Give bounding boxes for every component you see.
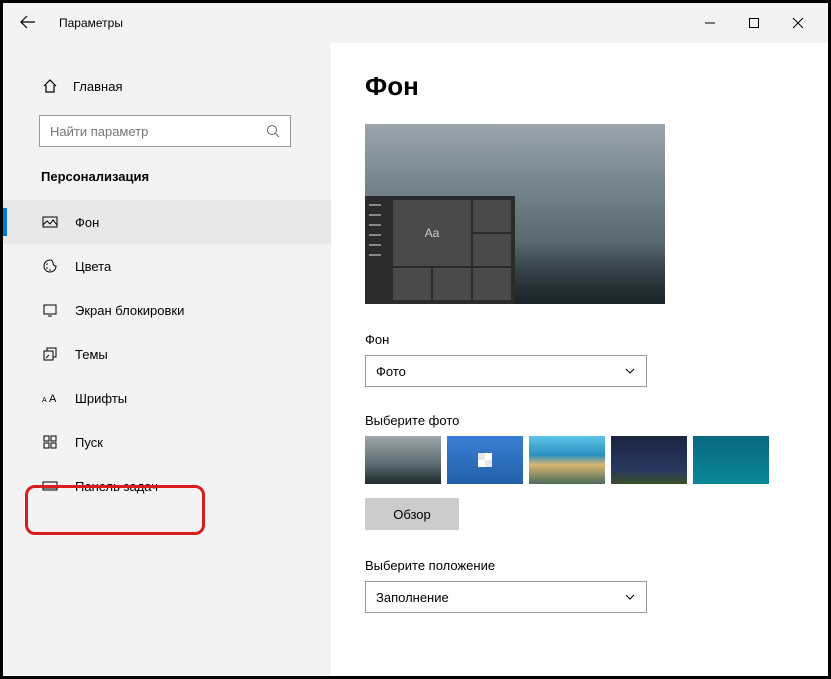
dropdown-value: Фото bbox=[376, 364, 406, 379]
sidebar: Главная Персонализация Фон Цвета Экран б… bbox=[3, 43, 331, 676]
photo-thumb-5[interactable] bbox=[693, 436, 769, 484]
main-content: Фон Aa Фон bbox=[331, 43, 828, 676]
sidebar-item-themes[interactable]: Темы bbox=[3, 332, 331, 376]
sidebar-item-colors[interactable]: Цвета bbox=[3, 244, 331, 288]
photo-thumb-3[interactable] bbox=[529, 436, 605, 484]
window-controls bbox=[688, 8, 820, 38]
position-label: Выберите положение bbox=[365, 558, 788, 573]
sidebar-item-taskbar[interactable]: Панель задач bbox=[3, 464, 331, 508]
themes-icon bbox=[41, 345, 59, 363]
sidebar-item-label: Панель задач bbox=[75, 479, 158, 494]
sidebar-item-label: Фон bbox=[75, 215, 99, 230]
window-title: Параметры bbox=[59, 16, 123, 30]
start-icon bbox=[41, 433, 59, 451]
sidebar-item-label: Пуск bbox=[75, 435, 103, 450]
photo-thumb-2[interactable] bbox=[447, 436, 523, 484]
sidebar-item-lockscreen[interactable]: Экран блокировки bbox=[3, 288, 331, 332]
titlebar: Параметры bbox=[3, 3, 828, 43]
sidebar-item-label: Темы bbox=[75, 347, 108, 362]
image-icon bbox=[41, 213, 59, 231]
sidebar-item-label: Шрифты bbox=[75, 391, 127, 406]
preview-start-menu: Aa bbox=[365, 196, 515, 304]
settings-window: Параметры Главная Персонализация Фон bbox=[0, 0, 831, 679]
sidebar-item-background[interactable]: Фон bbox=[3, 200, 331, 244]
dropdown-value: Заполнение bbox=[376, 590, 449, 605]
search-input[interactable] bbox=[50, 124, 250, 139]
photo-thumbnails bbox=[365, 436, 788, 484]
home-icon bbox=[41, 77, 59, 95]
browse-button[interactable]: Обзор bbox=[365, 498, 459, 530]
taskbar-icon bbox=[41, 477, 59, 495]
choose-photo-label: Выберите фото bbox=[365, 413, 788, 428]
chevron-down-icon bbox=[624, 365, 636, 377]
home-label: Главная bbox=[73, 79, 122, 94]
preview-tile-sample: Aa bbox=[393, 200, 471, 266]
back-button[interactable] bbox=[19, 13, 39, 33]
fonts-icon: AA bbox=[41, 389, 59, 407]
sidebar-item-label: Цвета bbox=[75, 259, 111, 274]
photo-thumb-4[interactable] bbox=[611, 436, 687, 484]
lockscreen-icon bbox=[41, 301, 59, 319]
svg-text:A: A bbox=[49, 393, 57, 405]
sidebar-item-fonts[interactable]: AA Шрифты bbox=[3, 376, 331, 420]
minimize-button[interactable] bbox=[688, 8, 732, 38]
page-title: Фон bbox=[365, 71, 788, 102]
home-nav[interactable]: Главная bbox=[3, 69, 331, 103]
svg-text:A: A bbox=[42, 397, 47, 404]
background-dropdown[interactable]: Фото bbox=[365, 355, 647, 387]
palette-icon bbox=[41, 257, 59, 275]
sidebar-item-start[interactable]: Пуск bbox=[3, 420, 331, 464]
maximize-button[interactable] bbox=[732, 8, 776, 38]
background-label: Фон bbox=[365, 332, 788, 347]
category-label: Персонализация bbox=[3, 147, 331, 200]
search-box[interactable] bbox=[39, 115, 291, 147]
photo-thumb-1[interactable] bbox=[365, 436, 441, 484]
chevron-down-icon bbox=[624, 591, 636, 603]
position-dropdown[interactable]: Заполнение bbox=[365, 581, 647, 613]
close-button[interactable] bbox=[776, 8, 820, 38]
sidebar-item-label: Экран блокировки bbox=[75, 303, 184, 318]
search-icon bbox=[266, 124, 280, 138]
desktop-preview: Aa bbox=[365, 124, 665, 304]
